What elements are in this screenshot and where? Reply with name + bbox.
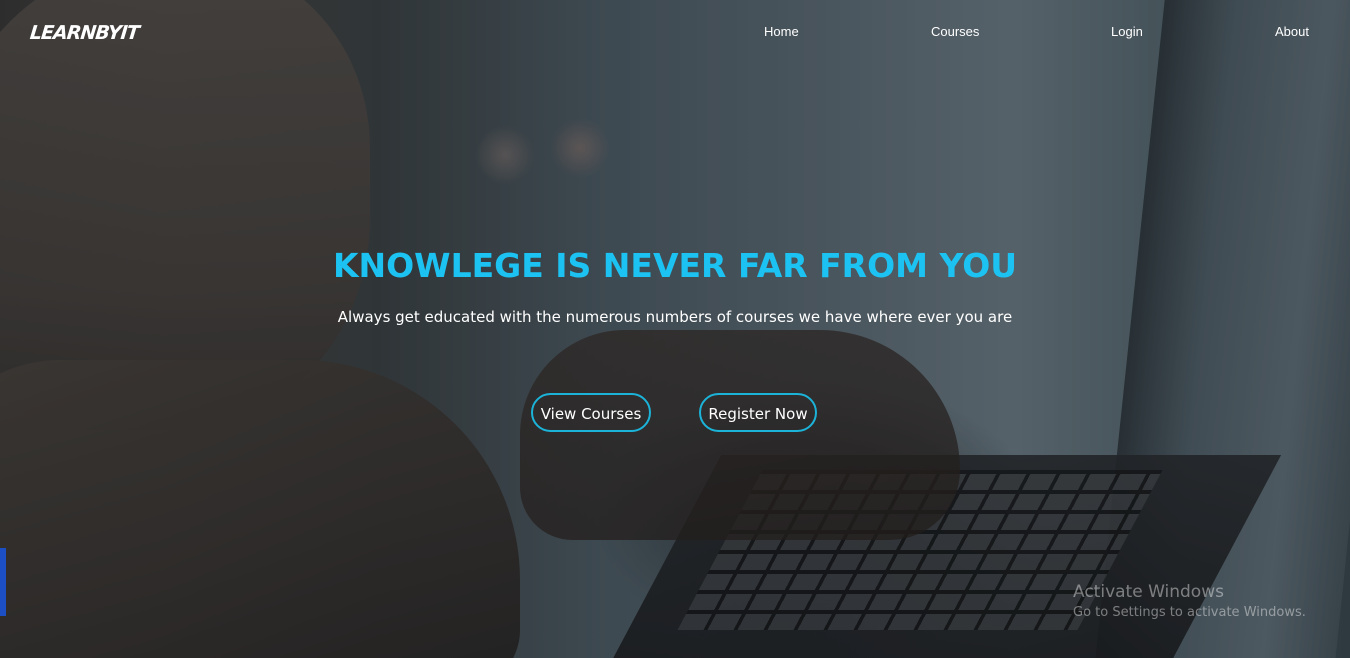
nav-link-about[interactable]: About	[1275, 24, 1309, 39]
register-now-button[interactable]: Register Now	[699, 393, 817, 432]
nav-link-login[interactable]: Login	[1111, 24, 1143, 39]
windows-activation-watermark: Activate Windows Go to Settings to activ…	[1073, 582, 1306, 622]
site-logo[interactable]: LEARNBYIT	[29, 22, 140, 44]
nav-link-home[interactable]: Home	[764, 24, 799, 39]
hero-subheadline: Always get educated with the numerous nu…	[337, 308, 1013, 326]
view-courses-button[interactable]: View Courses	[531, 393, 651, 432]
hero-headline: KNOWLEGE IS NEVER FAR FROM YOU	[332, 246, 1018, 285]
background-overlay	[0, 0, 1350, 658]
nav-link-courses[interactable]: Courses	[931, 24, 979, 39]
top-navbar: LEARNBYIT Home Courses Login About	[0, 0, 1350, 62]
side-feedback-tab[interactable]	[0, 548, 6, 616]
hero-section: LEARNBYIT Home Courses Login About KNOWL…	[0, 0, 1350, 658]
watermark-subtitle: Go to Settings to activate Windows.	[1073, 605, 1306, 621]
watermark-title: Activate Windows	[1073, 582, 1224, 602]
